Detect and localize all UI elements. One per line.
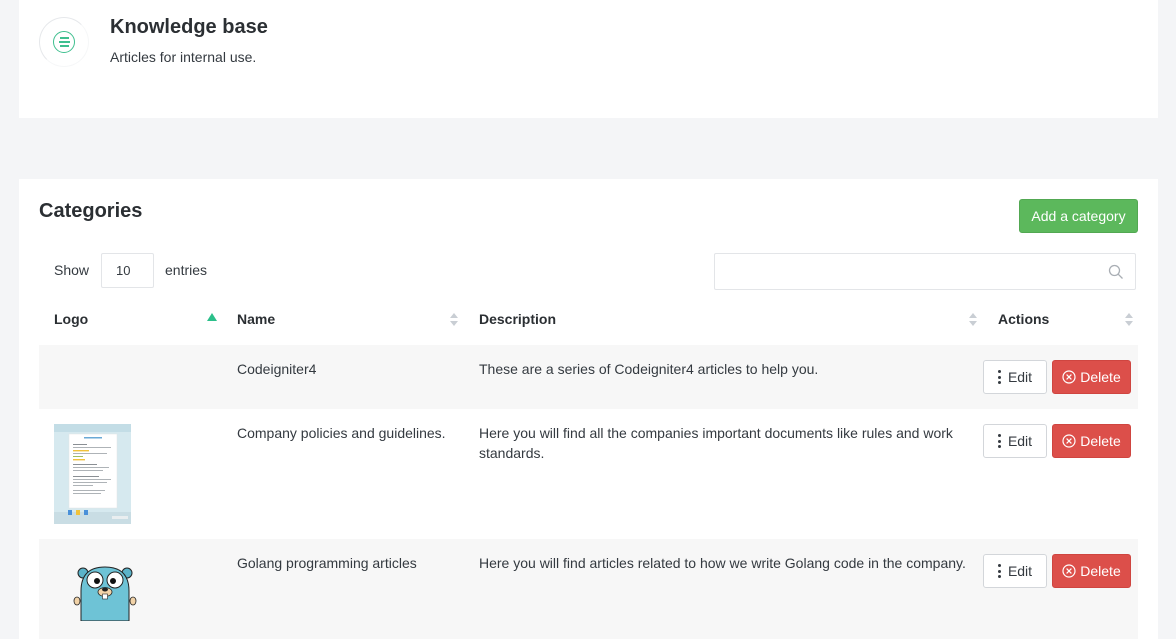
page-header: Knowledge base Articles for internal use… bbox=[19, 0, 1158, 118]
kebab-icon bbox=[997, 370, 1001, 384]
x-circle-icon bbox=[1062, 370, 1076, 384]
column-header-name[interactable]: Name bbox=[237, 311, 275, 327]
category-description: Here you will find all the companies imp… bbox=[479, 425, 953, 461]
column-header-description[interactable]: Description bbox=[479, 311, 556, 327]
delete-button[interactable]: Delete bbox=[1052, 424, 1131, 458]
edit-button[interactable]: Edit bbox=[983, 360, 1047, 394]
column-header-actions[interactable]: Actions bbox=[998, 311, 1049, 327]
column-header-logo[interactable]: Logo bbox=[54, 311, 88, 327]
edit-label: Edit bbox=[1007, 369, 1033, 385]
kebab-icon bbox=[997, 434, 1001, 448]
delete-label: Delete bbox=[1080, 433, 1121, 449]
delete-button[interactable]: Delete bbox=[1052, 360, 1131, 394]
delete-label: Delete bbox=[1080, 563, 1121, 579]
table-row: Company policies and guidelines. Here yo… bbox=[39, 409, 1138, 539]
sort-ascending-icon[interactable] bbox=[207, 313, 217, 321]
search-input[interactable] bbox=[715, 254, 1095, 289]
x-circle-icon bbox=[1062, 564, 1076, 578]
add-category-button[interactable]: Add a category bbox=[1019, 199, 1138, 233]
edit-label: Edit bbox=[1007, 433, 1033, 449]
edit-button[interactable]: Edit bbox=[983, 424, 1047, 458]
search-icon bbox=[1108, 264, 1123, 279]
category-name: Company policies and guidelines. bbox=[237, 425, 446, 441]
category-description: Here you will find articles related to h… bbox=[479, 555, 966, 571]
sort-icon[interactable] bbox=[968, 312, 978, 328]
show-label: Show bbox=[54, 262, 90, 278]
categories-card: Categories Add a category Show 10 entrie… bbox=[19, 179, 1158, 639]
page-title: Knowledge base bbox=[110, 16, 268, 38]
category-description: These are a series of Codeigniter4 artic… bbox=[479, 361, 819, 377]
categories-title: Categories bbox=[39, 200, 143, 222]
edit-label: Edit bbox=[1007, 563, 1033, 579]
sort-icon[interactable] bbox=[1124, 312, 1134, 328]
x-circle-icon bbox=[1062, 434, 1076, 448]
kebab-icon bbox=[997, 564, 1001, 578]
delete-label: Delete bbox=[1080, 369, 1121, 385]
page-subtitle: Articles for internal use. bbox=[110, 49, 257, 65]
category-name: Codeigniter4 bbox=[237, 361, 317, 377]
category-logo-gopher bbox=[73, 566, 137, 621]
search-field[interactable] bbox=[714, 253, 1136, 290]
delete-button[interactable]: Delete bbox=[1052, 554, 1131, 588]
edit-button[interactable]: Edit bbox=[983, 554, 1047, 588]
knowledge-base-icon bbox=[39, 17, 89, 67]
table-row: Golang programming articles Here you wil… bbox=[39, 539, 1138, 639]
entries-per-page-select[interactable]: 10 bbox=[101, 253, 154, 288]
sort-icon[interactable] bbox=[449, 312, 459, 328]
table-row: Codeigniter4 These are a series of Codei… bbox=[39, 345, 1138, 409]
category-name: Golang programming articles bbox=[237, 555, 417, 571]
entries-label: entries bbox=[165, 262, 208, 278]
category-logo-document-thumbnail bbox=[54, 424, 131, 524]
